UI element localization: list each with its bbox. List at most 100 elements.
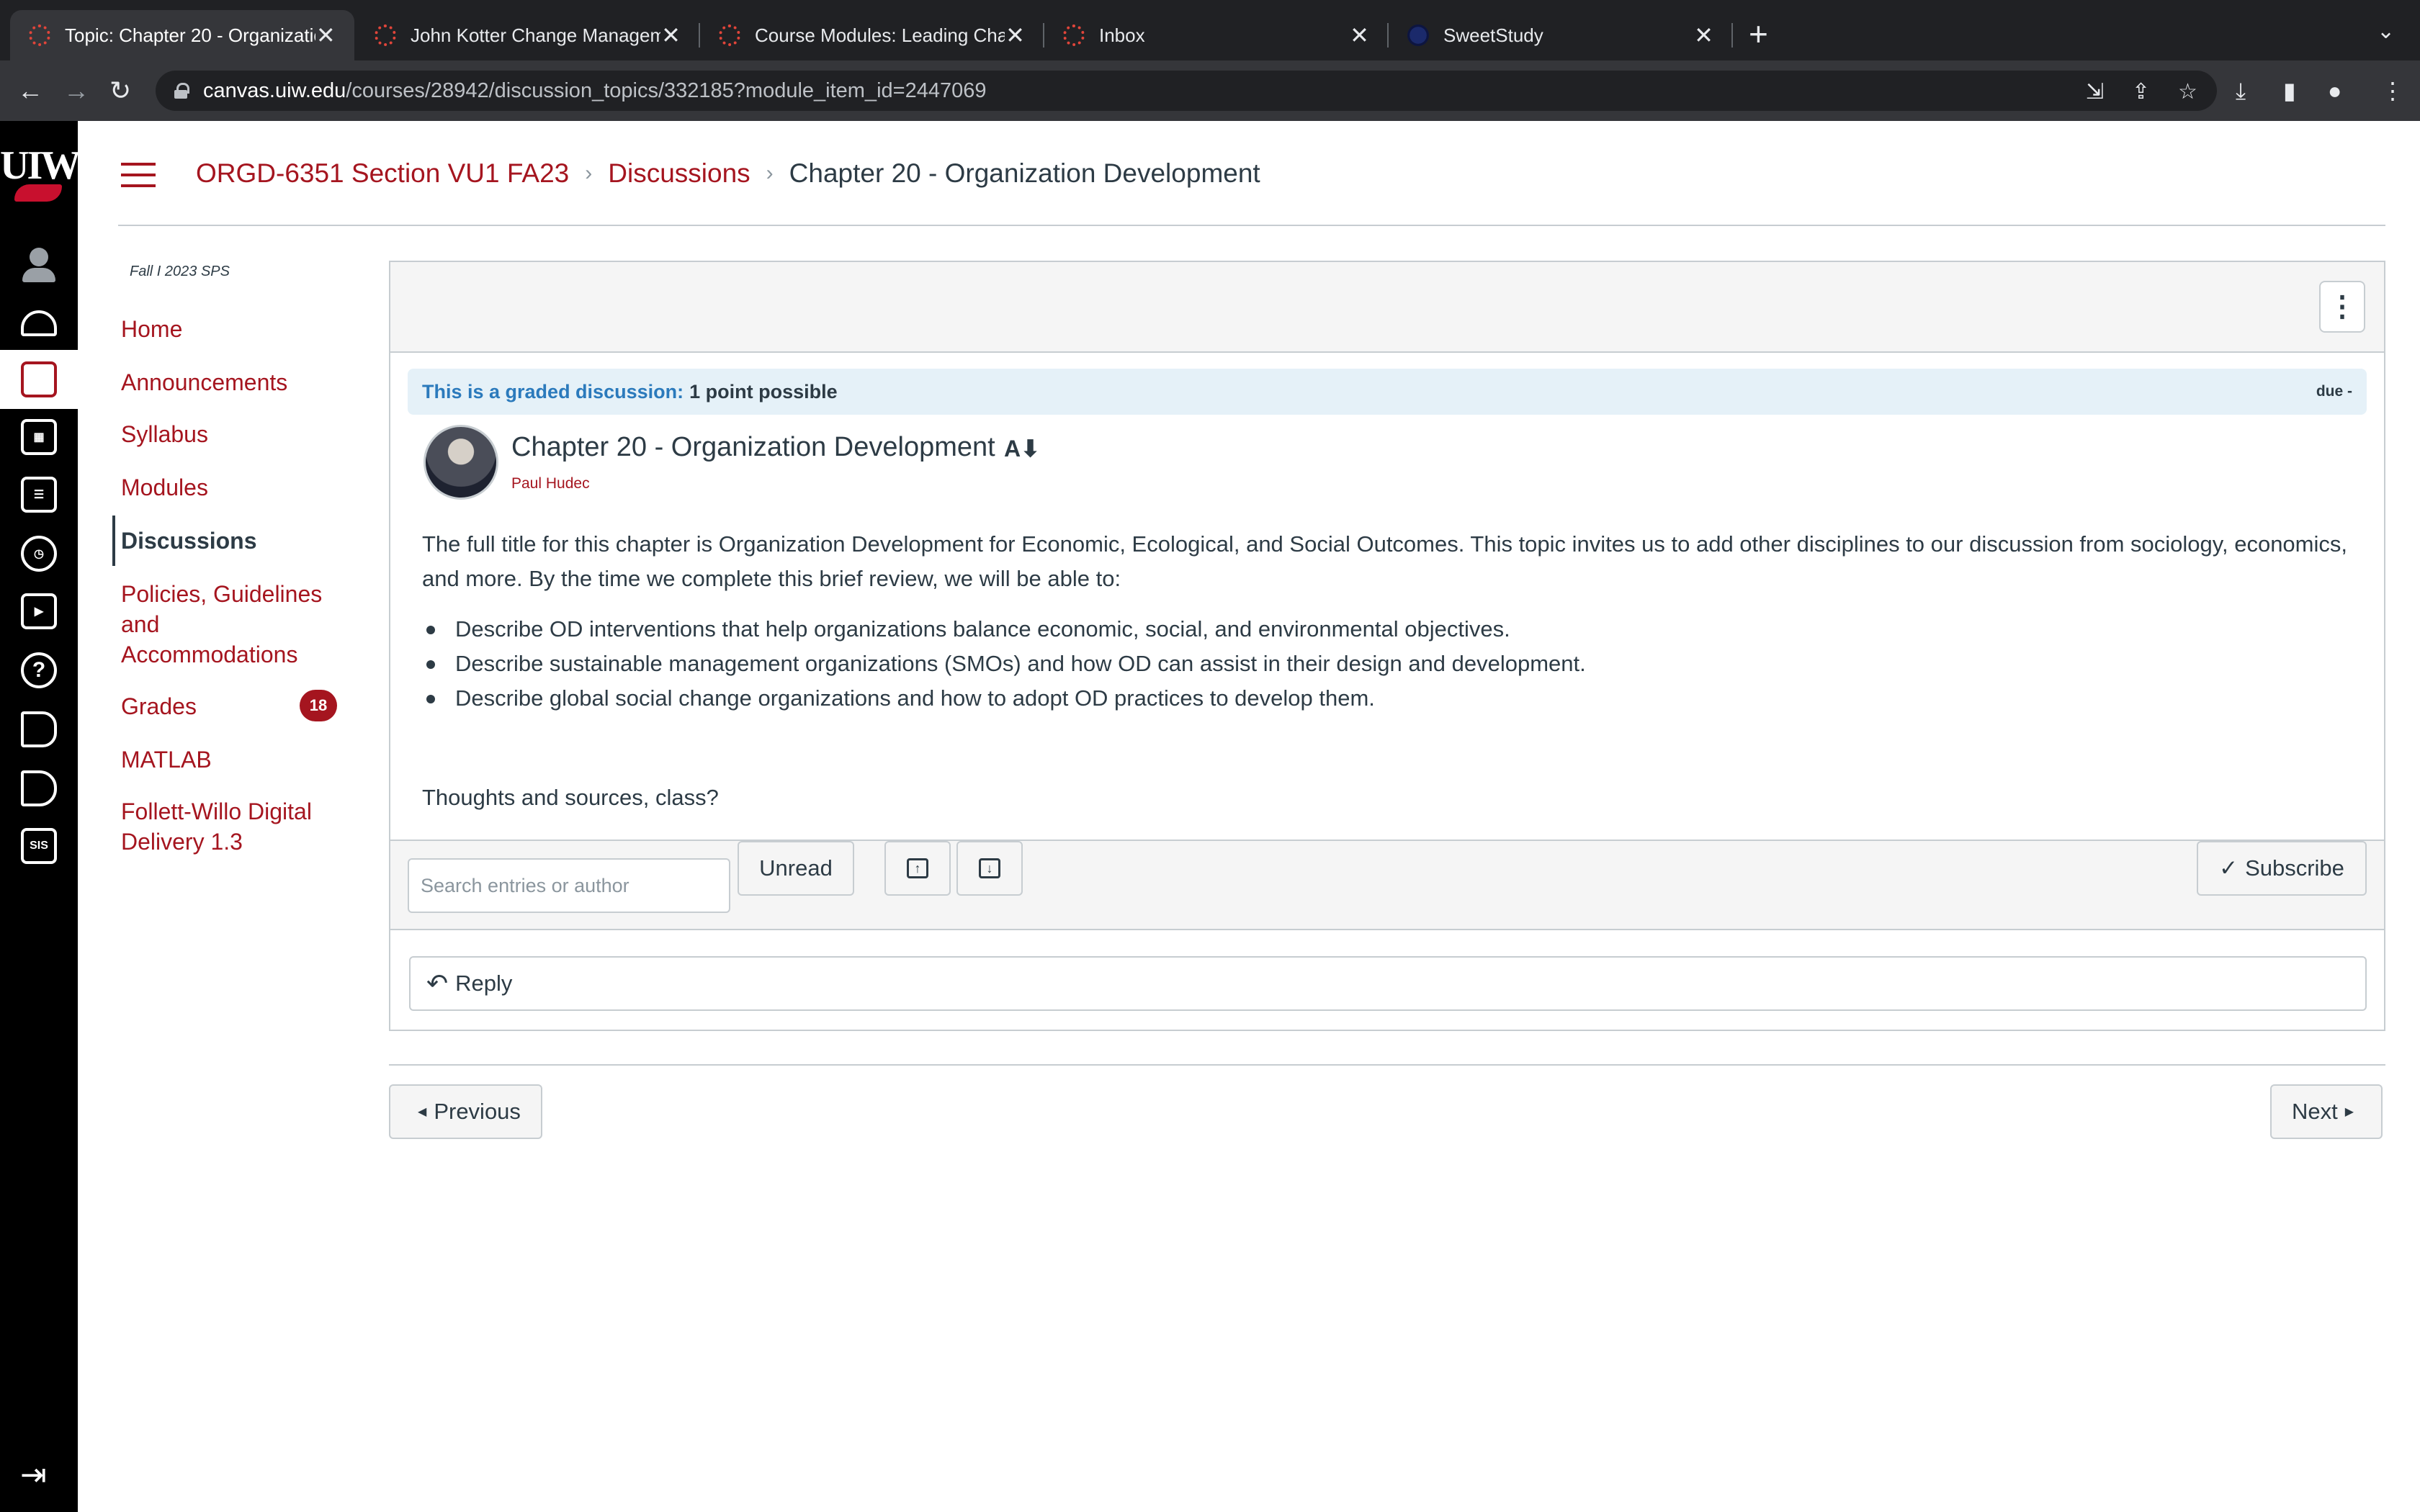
back-arrow-icon[interactable]: ← bbox=[17, 75, 43, 107]
speaker-icon bbox=[21, 770, 57, 806]
global-nav-audio[interactable] bbox=[0, 759, 78, 818]
browser-menu-icon[interactable]: ⋮ bbox=[2381, 75, 2404, 107]
global-nav-history[interactable]: ◷ bbox=[0, 524, 78, 583]
objectives-list: Describe OD interventions that help orga… bbox=[426, 612, 1586, 716]
post-closing: Thoughts and sources, class? bbox=[422, 785, 719, 810]
collapse-all-button[interactable]: ↓ bbox=[956, 841, 1023, 896]
install-app-icon[interactable]: ⇲ bbox=[2086, 79, 2104, 104]
courses-book-icon bbox=[21, 361, 57, 397]
breadcrumb-course-link[interactable]: ORGD-6351 Section VU1 FA23 bbox=[196, 158, 569, 189]
browser-tab[interactable]: Topic: Chapter 20 - Organizatio ✕ bbox=[10, 10, 354, 60]
megaphone-icon bbox=[21, 711, 57, 747]
help-question-icon: ? bbox=[21, 652, 57, 688]
browser-tab[interactable]: Inbox ✕ bbox=[1044, 10, 1389, 60]
reply-label: Reply bbox=[455, 971, 513, 996]
collapse-nav-icon[interactable]: ⇥ bbox=[20, 1457, 47, 1493]
browser-tab[interactable]: John Kotter Change Manageme ✕ bbox=[356, 10, 700, 60]
close-tab-icon[interactable]: ✕ bbox=[315, 22, 336, 49]
course-nav-announcements[interactable]: Announcements bbox=[121, 367, 337, 397]
cardinal-logo-icon bbox=[14, 184, 62, 202]
course-term: Fall I 2023 SPS bbox=[130, 264, 230, 279]
global-nav-inbox[interactable]: ☰ bbox=[0, 465, 78, 524]
course-nav-matlab[interactable]: MATLAB bbox=[121, 744, 337, 775]
tab-title: Inbox bbox=[1099, 24, 1145, 46]
global-nav-studio[interactable]: ▶ bbox=[0, 582, 78, 641]
reply-arrow-icon: ↶ bbox=[426, 968, 449, 998]
uiw-logo[interactable]: UIW bbox=[0, 143, 81, 189]
course-nav-policies[interactable]: Policies, Guidelines and Accommodations bbox=[121, 579, 330, 670]
global-nav-announcements[interactable] bbox=[0, 700, 78, 759]
hamburger-menu-icon[interactable] bbox=[121, 163, 156, 187]
course-nav-follett[interactable]: Follett-Willo Digital Delivery 1.3 bbox=[121, 796, 344, 857]
global-nav-dashboard[interactable] bbox=[0, 294, 78, 353]
discussion-actions-bar: Unread ↑ ↓ ✓ Subscribe bbox=[390, 840, 2384, 930]
global-navigation: UIW ▦ ☰ ◷ ▶ ? SIS ⇥ bbox=[0, 121, 81, 1512]
previous-button[interactable]: ◀ Previous bbox=[389, 1084, 542, 1139]
browser-toolbar: ← → ↻ canvas.uiw.edu/courses/28942/discu… bbox=[0, 60, 2420, 121]
tab-search-chevron-icon[interactable]: ⌄ bbox=[2377, 19, 2395, 44]
side-panel-icon[interactable]: ▮ bbox=[2283, 75, 2296, 107]
caret-right-icon: ▶ bbox=[2344, 1106, 2354, 1118]
share-icon[interactable]: ⇪ bbox=[2132, 79, 2150, 104]
close-tab-icon[interactable]: ✕ bbox=[1693, 22, 1714, 49]
calendar-icon: ▦ bbox=[21, 419, 57, 455]
global-nav-help[interactable]: ? bbox=[0, 641, 78, 700]
unread-filter-button[interactable]: Unread bbox=[738, 841, 854, 896]
list-item: Describe global social change organizati… bbox=[426, 681, 1586, 716]
checkmark-icon: ✓ bbox=[2219, 855, 2238, 881]
author-avatar[interactable] bbox=[424, 425, 498, 500]
more-options-kebab-icon[interactable]: ⋮ bbox=[2319, 281, 2365, 333]
header-divider bbox=[118, 225, 2385, 226]
translate-text-icon[interactable]: A⬇ bbox=[1004, 435, 1040, 462]
global-nav-courses[interactable] bbox=[0, 350, 78, 409]
sis-icon: SIS bbox=[21, 828, 57, 864]
bookmark-star-icon[interactable]: ☆ bbox=[2178, 79, 2197, 104]
close-tab-icon[interactable]: ✕ bbox=[1349, 22, 1370, 49]
caret-left-icon: ◀ bbox=[418, 1106, 427, 1118]
browser-tab[interactable]: Course Modules: Leading Char ✕ bbox=[700, 10, 1044, 60]
subscribe-button[interactable]: ✓ Subscribe bbox=[2197, 841, 2367, 896]
close-tab-icon[interactable]: ✕ bbox=[1005, 22, 1026, 49]
course-nav-modules[interactable]: Modules bbox=[121, 472, 337, 503]
profile-icon[interactable]: ● bbox=[2328, 75, 2341, 107]
canvas-favicon-icon bbox=[375, 24, 396, 46]
canvas-favicon-icon bbox=[1063, 24, 1085, 46]
dashboard-gauge-icon bbox=[21, 310, 57, 336]
reload-icon[interactable]: ↻ bbox=[109, 75, 131, 107]
post-intro: The full title for this chapter is Organ… bbox=[422, 531, 2347, 591]
global-nav-account[interactable] bbox=[0, 235, 78, 294]
browser-tab[interactable]: SweetStudy ✕ bbox=[1389, 10, 1733, 60]
address-bar[interactable]: canvas.uiw.edu/courses/28942/discussion_… bbox=[156, 71, 2217, 111]
list-item: Describe sustainable management organiza… bbox=[426, 647, 1586, 681]
course-nav-home[interactable]: Home bbox=[121, 314, 337, 344]
expand-all-button[interactable]: ↑ bbox=[884, 841, 951, 896]
tab-title: Topic: Chapter 20 - Organizatio bbox=[65, 24, 316, 46]
next-button[interactable]: Next ▶ bbox=[2270, 1084, 2383, 1139]
tab-title: John Kotter Change Manageme bbox=[411, 24, 661, 46]
author-name-link[interactable]: Paul Hudec bbox=[511, 475, 590, 492]
close-tab-icon[interactable]: ✕ bbox=[660, 22, 681, 49]
active-nav-indicator bbox=[112, 516, 115, 566]
global-nav-calendar[interactable]: ▦ bbox=[0, 408, 78, 467]
expand-down-icon: ↓ bbox=[979, 858, 1000, 878]
global-nav-sis[interactable]: SIS bbox=[0, 816, 78, 876]
previous-label: Previous bbox=[434, 1099, 521, 1124]
footer-divider bbox=[389, 1064, 2385, 1066]
canvas-favicon-icon bbox=[719, 24, 740, 46]
list-item: Describe OD interventions that help orga… bbox=[426, 612, 1586, 647]
course-nav-discussions[interactable]: Discussions bbox=[121, 526, 337, 556]
search-entries-input[interactable] bbox=[408, 858, 730, 913]
course-nav-syllabus[interactable]: Syllabus bbox=[121, 419, 337, 449]
lock-icon bbox=[174, 83, 189, 99]
downloads-icon[interactable]: ⤓ bbox=[2236, 75, 2246, 107]
tab-separator bbox=[1731, 23, 1733, 48]
breadcrumb-discussions-link[interactable]: Discussions bbox=[608, 158, 750, 189]
new-tab-icon[interactable]: + bbox=[1749, 16, 1768, 52]
discussion-toolbar: ⋮ bbox=[390, 262, 2384, 353]
reply-button[interactable]: ↶ Reply bbox=[409, 956, 2367, 1011]
next-label: Next bbox=[2292, 1099, 2338, 1124]
forward-arrow-icon[interactable]: → bbox=[63, 75, 89, 107]
grades-count-badge: 18 bbox=[300, 690, 337, 721]
discussion-title: Chapter 20 - Organization Development bbox=[511, 432, 995, 462]
breadcrumb-current: Chapter 20 - Organization Development bbox=[789, 158, 1260, 188]
